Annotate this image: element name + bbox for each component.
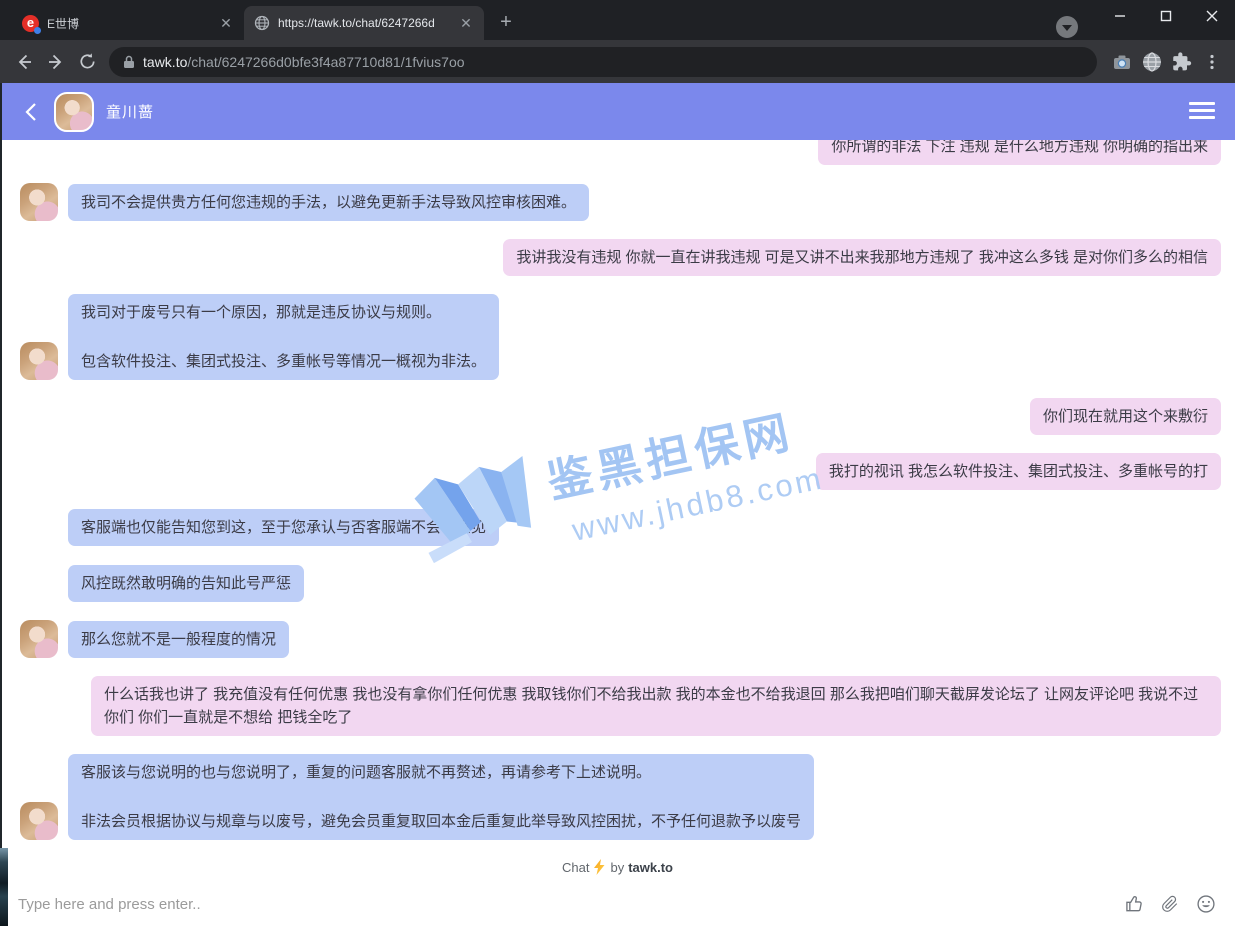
message-text: 你们现在就用这个来敷衍 xyxy=(1043,405,1208,428)
tab-strip: e E世博 ✕ https://tawk.to/chat/6247266d ✕ … xyxy=(0,0,1235,40)
chat-back-button[interactable] xyxy=(18,99,44,125)
message-text: 客服该与您说明的也与您说明了，重复的问题客服就不再赘述，再请参考下上述说明。 xyxy=(81,761,801,784)
tab-tawkto-chat[interactable]: https://tawk.to/chat/6247266d ✕ xyxy=(244,6,484,40)
lightning-bolt-icon xyxy=(594,859,605,875)
message-text: 我司对于废号只有一个原因，那就是违反协议与规则。 xyxy=(81,301,486,324)
close-tab-icon[interactable]: ✕ xyxy=(458,16,474,30)
tab-title: E世博 xyxy=(47,15,210,32)
chat-message-bubble: 你所谓的非法 下注 违规 是什么地方违规 你明确的指出来 xyxy=(818,140,1221,165)
agent-avatar xyxy=(20,802,58,840)
message-text: 那么您就不是一般程度的情况 xyxy=(81,628,276,651)
chat-message-bubble: 我司对于废号只有一个原因，那就是违反协议与规则。包含软件投注、集团式投注、多重帐… xyxy=(68,294,499,380)
e-logo-icon: e xyxy=(22,15,39,32)
url-text: tawk.to/chat/6247266d0bfe3f4a87710d81/1f… xyxy=(143,54,465,70)
browser-window: e E世博 ✕ https://tawk.to/chat/6247266d ✕ … xyxy=(0,0,1235,926)
chat-message-list[interactable]: 你所谓的非法 下注 违规 是什么地方违规 你明确的指出来 我司不会提供贵方任何您… xyxy=(0,140,1235,852)
chat-message-row: 客服端也仅能告知您到这，至于您承认与否客服端不会有意见 xyxy=(0,508,1235,546)
chat-message-bubble: 那么您就不是一般程度的情况 xyxy=(68,621,289,658)
new-tab-button[interactable]: + xyxy=(492,9,520,37)
desktop-background-sliver xyxy=(0,848,8,926)
chat-message-bubble: 我司不会提供贵方任何您违规的手法，以避免更新手法导致风控审核困难。 xyxy=(68,184,589,221)
chat-message-row: 风控既然敢明确的告知此号严惩 xyxy=(0,564,1235,602)
chat-message-row: 我打的视讯 我怎么软件投注、集团式投注、多重帐号的打 xyxy=(0,453,1235,490)
message-composer xyxy=(0,882,1235,926)
message-text: 我司不会提供贵方任何您违规的手法，以避免更新手法导致风控审核困难。 xyxy=(81,191,576,214)
tawkto-branding[interactable]: Chat by tawk.to xyxy=(0,852,1235,882)
close-tab-icon[interactable]: ✕ xyxy=(218,16,234,30)
footer-brand: tawk.to xyxy=(628,860,673,875)
forward-button[interactable] xyxy=(40,45,72,79)
chat-message-row: 我司不会提供贵方任何您违规的手法，以避免更新手法导致风控审核困难。 xyxy=(0,183,1235,221)
maximize-button[interactable] xyxy=(1143,0,1189,32)
chat-message-bubble: 风控既然敢明确的告知此号严惩 xyxy=(68,565,304,602)
chat-message-row: 客服该与您说明的也与您说明了，重复的问题客服就不再赘述，再请参考下上述说明。非法… xyxy=(0,754,1235,840)
thumbs-up-icon[interactable] xyxy=(1123,893,1145,915)
chat-message-row: 我司对于废号只有一个原因，那就是违反协议与规则。包含软件投注、集团式投注、多重帐… xyxy=(0,294,1235,380)
chat-message-row: 我讲我没有违规 你就一直在讲我违规 可是又讲不出来我那地方违规了 我冲这么多钱 … xyxy=(0,239,1235,276)
message-text: 客服端也仅能告知您到这，至于您承认与否客服端不会有意见 xyxy=(81,516,486,539)
camera-extension-icon[interactable] xyxy=(1107,47,1137,77)
agent-avatar xyxy=(20,183,58,221)
address-bar[interactable]: tawk.to/chat/6247266d0bfe3f4a87710d81/1f… xyxy=(109,47,1097,77)
kebab-menu-icon[interactable] xyxy=(1197,47,1227,77)
hamburger-menu-icon[interactable] xyxy=(1189,102,1215,119)
agent-name: 童川蔷 xyxy=(106,101,154,122)
browser-toolbar: tawk.to/chat/6247266d0bfe3f4a87710d81/1f… xyxy=(0,40,1235,83)
chat-message-bubble: 客服端也仅能告知您到这，至于您承认与否客服端不会有意见 xyxy=(68,509,499,546)
reload-button[interactable] xyxy=(71,45,103,79)
chat-message-row: 什么话我也讲了 我充值没有任何优惠 我也没有拿你们任何优惠 我取钱你们不给我出款… xyxy=(0,676,1235,736)
globe-avatar-icon[interactable] xyxy=(1137,47,1167,77)
chat-message-bubble: 我打的视讯 我怎么软件投注、集团式投注、多重帐号的打 xyxy=(816,453,1221,490)
message-text: 我打的视讯 我怎么软件投注、集团式投注、多重帐号的打 xyxy=(829,460,1208,483)
smiley-icon[interactable] xyxy=(1195,893,1217,915)
chat-message-bubble: 客服该与您说明的也与您说明了，重复的问题客服就不再赘述，再请参考下上述说明。非法… xyxy=(68,754,814,840)
tab-esbo[interactable]: e E世博 ✕ xyxy=(12,6,244,40)
tab-title: https://tawk.to/chat/6247266d xyxy=(278,16,450,30)
message-text: 风控既然敢明确的告知此号严惩 xyxy=(81,572,291,595)
footer-chat-label: Chat xyxy=(562,860,589,875)
window-edge xyxy=(0,83,2,852)
download-indicator-icon[interactable] xyxy=(1056,16,1078,38)
chat-message-row: 你所谓的非法 下注 违规 是什么地方违规 你明确的指出来 xyxy=(0,140,1235,165)
chat-message-bubble: 你们现在就用这个来敷衍 xyxy=(1030,398,1221,435)
close-window-button[interactable] xyxy=(1189,0,1235,32)
back-button[interactable] xyxy=(8,45,40,79)
lock-icon xyxy=(123,55,135,69)
chat-message-bubble: 我讲我没有违规 你就一直在讲我违规 可是又讲不出来我那地方违规了 我冲这么多钱 … xyxy=(503,239,1221,276)
agent-avatar xyxy=(20,620,58,658)
chat-message-bubble: 什么话我也讲了 我充值没有任何优惠 我也没有拿你们任何优惠 我取钱你们不给我出款… xyxy=(91,676,1221,736)
chat-header: 童川蔷 xyxy=(0,83,1235,140)
footer-by-label: by xyxy=(610,860,624,875)
message-text: 我讲我没有违规 你就一直在讲我违规 可是又讲不出来我那地方违规了 我冲这么多钱 … xyxy=(516,246,1208,269)
minimize-button[interactable] xyxy=(1097,0,1143,32)
paperclip-icon[interactable] xyxy=(1159,893,1181,915)
message-text: 什么话我也讲了 我充值没有任何优惠 我也没有拿你们任何优惠 我取钱你们不给我出款… xyxy=(104,683,1208,729)
chat-message-row: 那么您就不是一般程度的情况 xyxy=(0,620,1235,658)
message-input[interactable] xyxy=(18,896,1111,913)
globe-icon xyxy=(254,15,270,31)
message-text: 非法会员根据协议与规章与以废号，避免会员重复取回本金后重复此举导致风控困扰，不予… xyxy=(81,810,801,833)
agent-avatar xyxy=(54,92,94,132)
agent-avatar xyxy=(20,342,58,380)
puzzle-extensions-icon[interactable] xyxy=(1167,47,1197,77)
message-text: 包含软件投注、集团式投注、多重帐号等情况一概视为非法。 xyxy=(81,350,486,373)
message-text: 你所谓的非法 下注 违规 是什么地方违规 你明确的指出来 xyxy=(831,140,1208,158)
chat-message-row: 你们现在就用这个来敷衍 xyxy=(0,398,1235,435)
